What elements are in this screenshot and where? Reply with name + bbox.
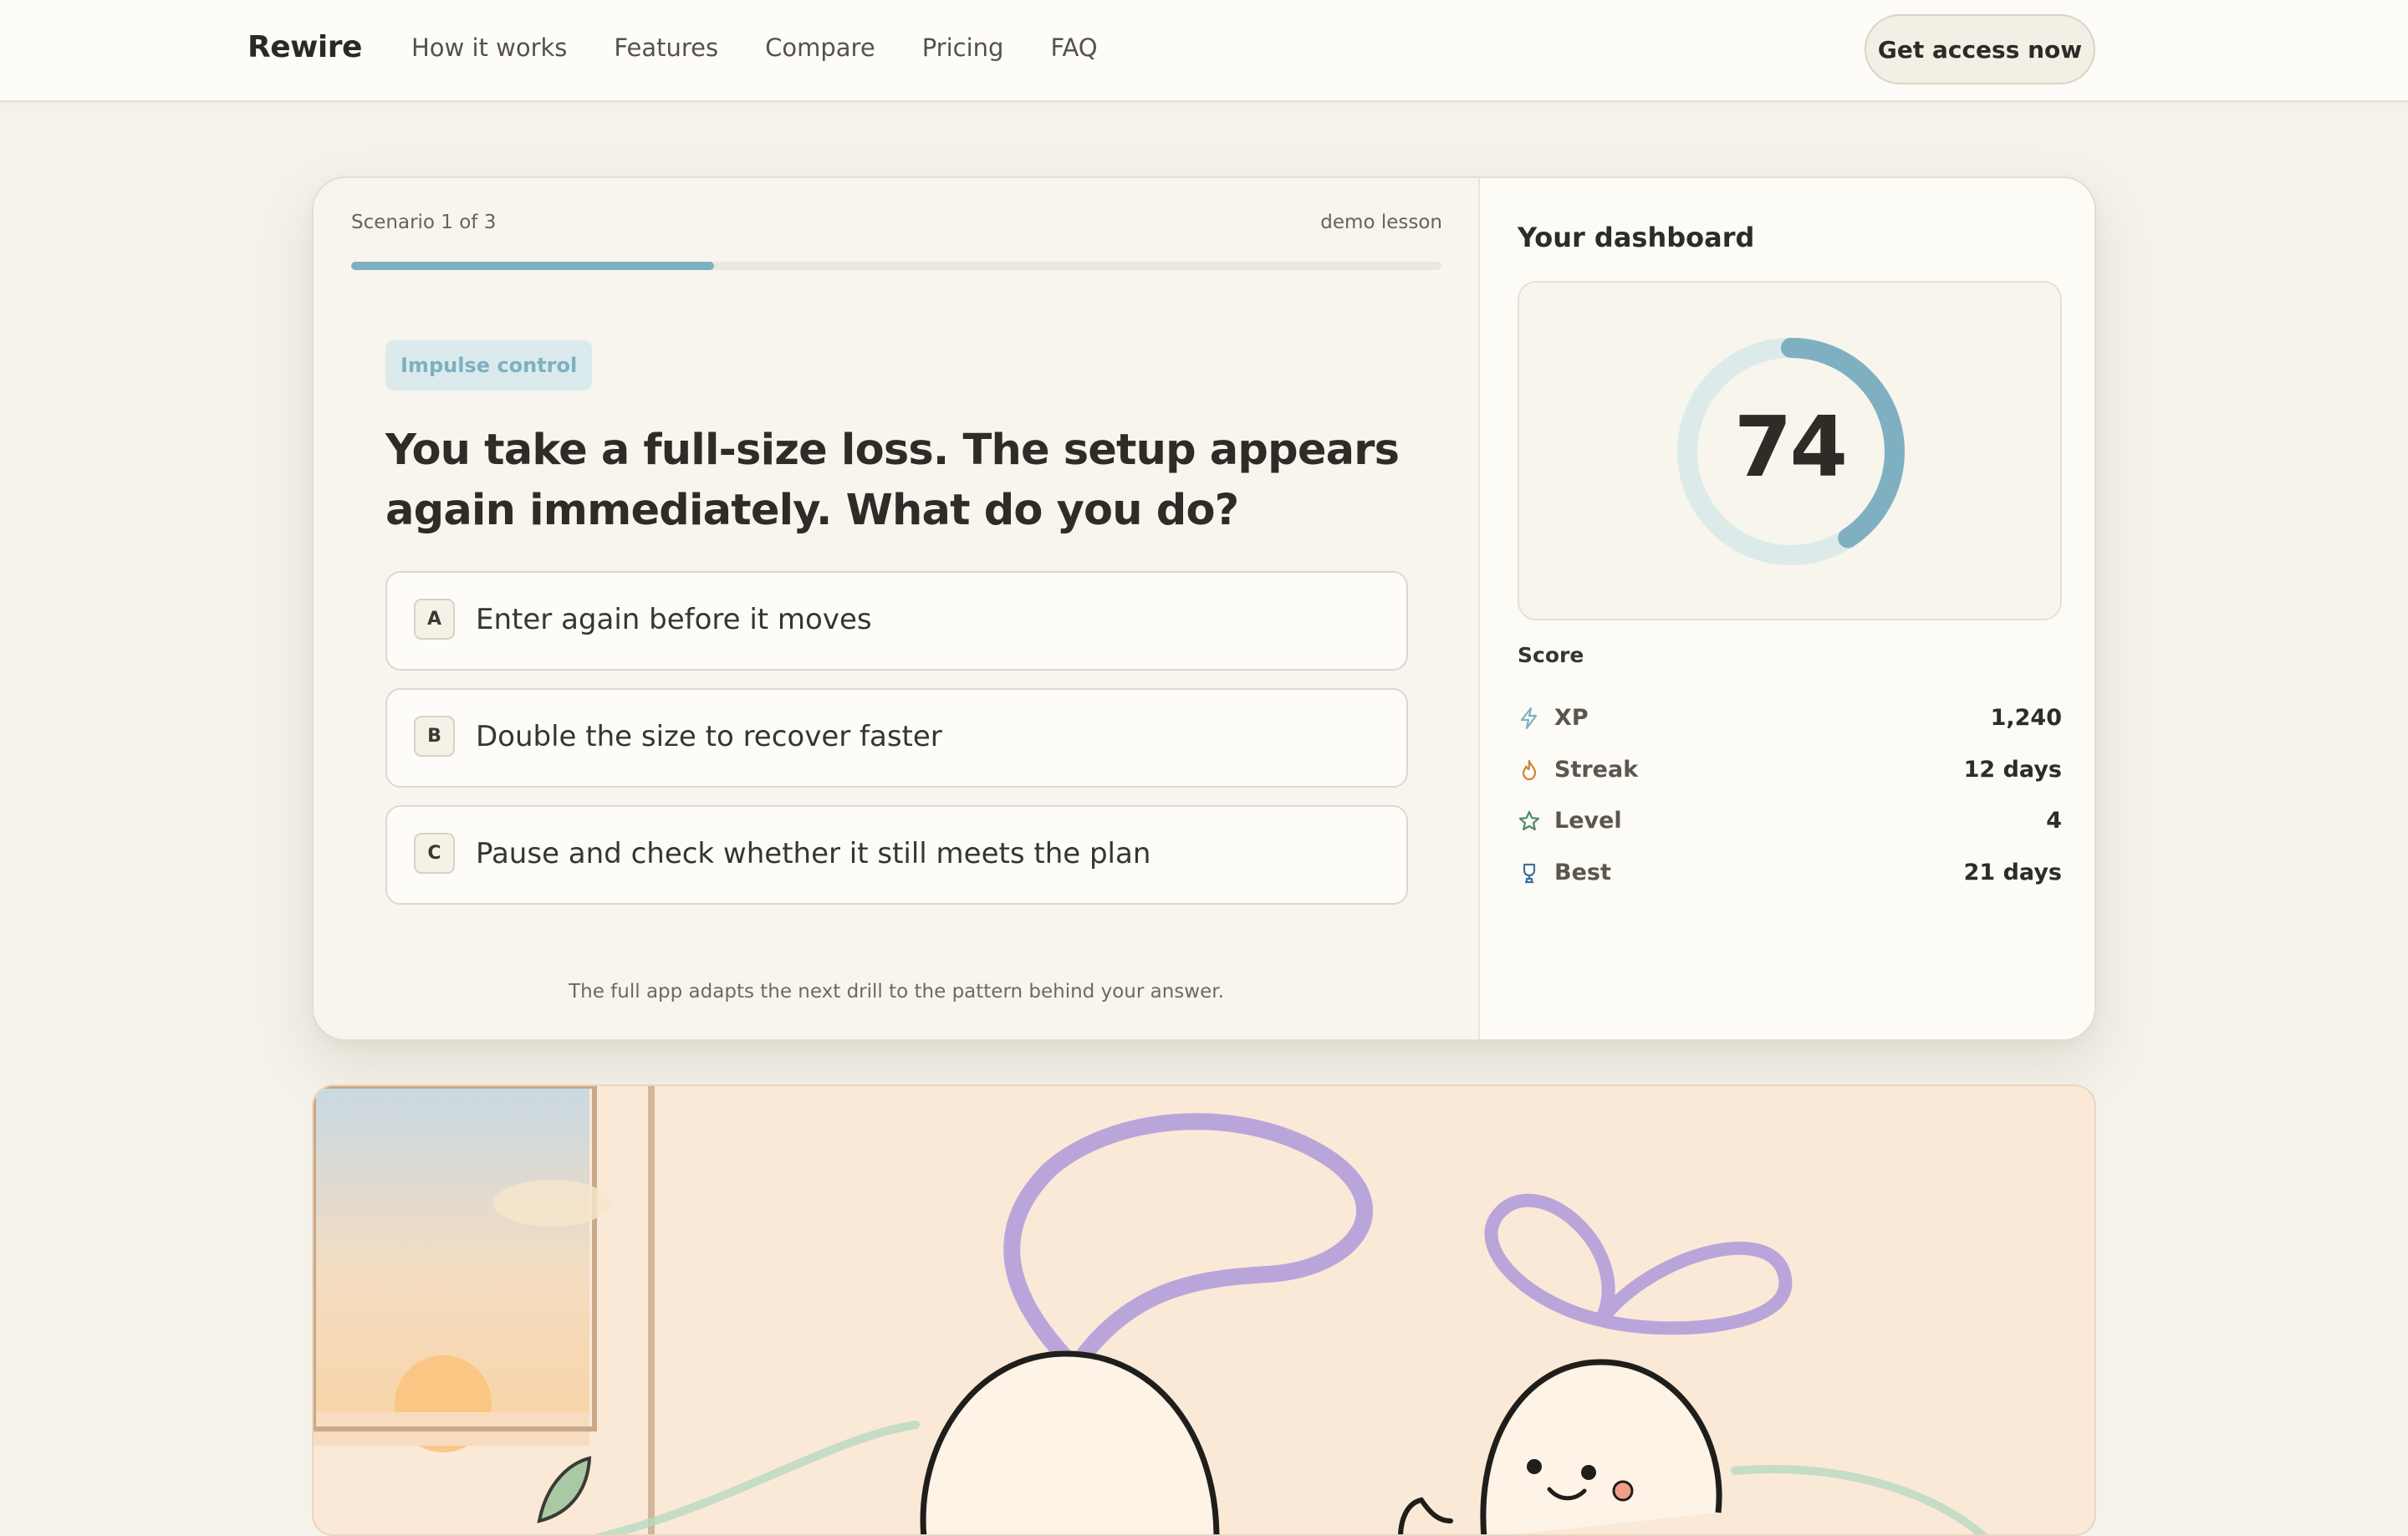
score-label: Score <box>1518 643 1584 667</box>
demo-lesson-label: demo lesson <box>1320 212 1442 233</box>
option-text: Double the size to recover faster <box>476 720 942 753</box>
scenario-counter: Scenario 1 of 3 <box>351 212 497 233</box>
ribbon-line <box>1731 1465 1988 1534</box>
option-key: A <box>414 599 455 640</box>
stat-row-best: Best 21 days <box>1518 858 2062 891</box>
demo-lesson-card: Scenario 1 of 3 demo lesson Impulse cont… <box>312 176 2096 1041</box>
category-tag: Impulse control <box>385 340 593 390</box>
get-access-button[interactable]: Get access now <box>1865 14 2095 84</box>
stat-name: Best <box>1554 860 1611 885</box>
nav-link-compare[interactable]: Compare <box>765 33 875 62</box>
nav-link-faq[interactable]: FAQ <box>1050 33 1097 62</box>
star-icon <box>1518 810 1540 831</box>
stat-value: 21 days <box>1963 860 2062 885</box>
flame-icon <box>1522 759 1537 781</box>
footnote: The full app adapts the next drill to th… <box>569 981 1224 1003</box>
stat-row-level: Level 4 <box>1518 806 2062 839</box>
characters-illustration <box>314 1086 1988 1534</box>
trophy-icon <box>1523 863 1536 884</box>
score-gauge: 74 <box>1518 281 2062 620</box>
option-text: Enter again before it moves <box>476 603 872 636</box>
eye-right <box>1581 1465 1596 1480</box>
answer-option-b[interactable]: B Double the size to recover faster <box>385 688 1408 788</box>
right-character <box>1480 1359 1722 1534</box>
nav-link-pricing[interactable]: Pricing <box>922 33 1004 62</box>
cloud-shape <box>493 1180 610 1227</box>
stat-value: 1,240 <box>1990 705 2062 731</box>
infinity-loop <box>1484 1193 1793 1335</box>
question-text: You take a full-size loss. The setup app… <box>385 426 1400 535</box>
option-key: C <box>414 833 455 874</box>
leaf-icon <box>537 1456 592 1523</box>
brand-logo[interactable]: Rewire <box>247 30 362 64</box>
lightning-icon <box>1520 707 1538 730</box>
stat-value: 4 <box>2046 808 2062 834</box>
dashboard-panel: Your dashboard 74 Score XP 1,240 Streak … <box>1478 178 2094 1039</box>
cheek-blush <box>1612 1480 1634 1502</box>
option-text: Pause and check whether it still meets t… <box>476 837 1151 870</box>
dashboard-title: Your dashboard <box>1518 222 1755 253</box>
nav-link-features[interactable]: Features <box>614 33 718 62</box>
score-value: 74 <box>1733 398 1848 496</box>
thought-loop <box>1003 1113 1374 1370</box>
stat-row-xp: XP 1,240 <box>1518 703 2062 737</box>
stat-name: Level <box>1554 808 1622 834</box>
stat-row-streak: Streak 12 days <box>1518 755 2062 788</box>
wall-edge <box>648 1086 655 1534</box>
progress-bar <box>351 262 1441 270</box>
nav-link-how-it-works[interactable]: How it works <box>411 33 567 62</box>
answer-option-a[interactable]: A Enter again before it moves <box>385 571 1408 671</box>
progress-fill <box>351 262 715 270</box>
stat-name: Streak <box>1554 757 1639 783</box>
option-key: B <box>414 716 455 757</box>
left-character <box>920 1350 1220 1534</box>
hero-illustration <box>312 1084 2096 1536</box>
stat-name: XP <box>1554 705 1589 731</box>
ribbon-line <box>595 1421 920 1534</box>
eye-left <box>1527 1459 1542 1474</box>
top-nav: Rewire How it works Features Compare Pri… <box>0 0 2408 102</box>
answer-option-c[interactable]: C Pause and check whether it still meets… <box>385 805 1408 905</box>
hand-shape <box>1398 1497 1453 1534</box>
nav-links: How it works Features Compare Pricing FA… <box>411 33 1145 62</box>
lesson-panel: Scenario 1 of 3 demo lesson Impulse cont… <box>314 178 1479 1039</box>
stat-value: 12 days <box>1963 757 2062 783</box>
